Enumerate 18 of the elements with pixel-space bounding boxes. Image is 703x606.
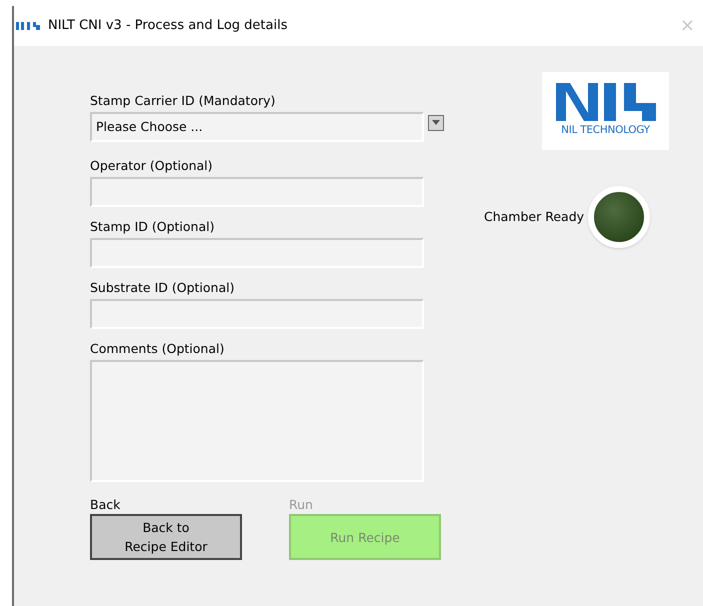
input-field[interactable] xyxy=(90,177,424,207)
dropdown-field[interactable]: Please Choose ... xyxy=(90,112,424,142)
logo-text: NIL TECHNOLOGY xyxy=(561,123,650,138)
field-label: Comments (Optional) xyxy=(90,340,226,358)
field-label: Operator (Optional) xyxy=(90,157,214,175)
field-label: Stamp Carrier ID (Mandatory) xyxy=(90,92,276,110)
back-button[interactable]: Back to Recipe Editor xyxy=(90,514,242,560)
field-label: Substrate ID (Optional) xyxy=(90,279,236,297)
field-label: Stamp ID (Optional) xyxy=(90,218,216,236)
indicator-label: Chamber Ready xyxy=(484,208,584,226)
input-field[interactable] xyxy=(90,299,424,329)
app-logo-icon xyxy=(16,21,42,31)
input-field[interactable] xyxy=(90,238,424,268)
window-title: NILT CNI v3 - Process and Log details xyxy=(48,17,288,36)
logo-mark-icon xyxy=(556,83,656,122)
comments-field[interactable] xyxy=(90,360,424,482)
button-caption: Back xyxy=(90,496,122,514)
button-caption: Run xyxy=(289,496,314,514)
